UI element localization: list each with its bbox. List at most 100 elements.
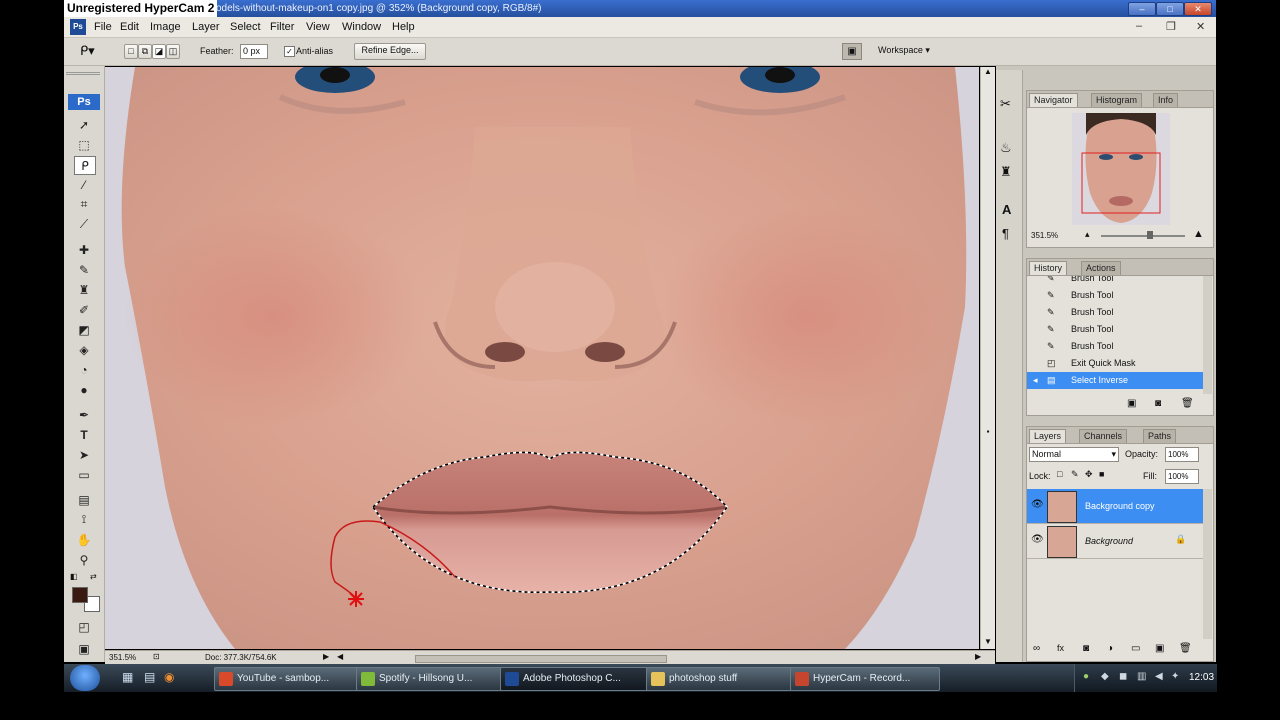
- start-button[interactable]: [70, 665, 100, 691]
- layer-name[interactable]: Background copy: [1085, 501, 1155, 511]
- menu-edit[interactable]: Edit: [120, 20, 139, 34]
- menu-layer[interactable]: Layer: [192, 20, 220, 34]
- maximize-button[interactable]: □: [1156, 2, 1184, 16]
- delete-state-icon[interactable]: 🗑: [1181, 398, 1194, 409]
- clone-source-icon[interactable]: ♜: [1000, 164, 1012, 180]
- zoom-out-icon[interactable]: ▴: [1085, 229, 1090, 240]
- clone-stamp-tool-icon[interactable]: ♜: [74, 281, 94, 298]
- scroll-thumb[interactable]: ▪: [983, 427, 993, 439]
- doc-restore-icon[interactable]: ❐: [1166, 20, 1176, 33]
- hscroll-right-icon[interactable]: ▶: [975, 652, 981, 661]
- taskbar-item-folder[interactable]: photoshop stuff: [646, 667, 796, 691]
- eyedropper-tool-icon[interactable]: ⟟: [74, 511, 94, 528]
- navigator-thumbnail[interactable]: [1072, 113, 1170, 225]
- paint-bucket-tool-icon[interactable]: ◈: [74, 341, 94, 358]
- taskbar-item-hypercam[interactable]: HyperCam - Record...: [790, 667, 940, 691]
- lock-position-icon[interactable]: ✥: [1085, 469, 1093, 480]
- slice-tool-icon[interactable]: ⟋: [74, 216, 94, 233]
- history-item[interactable]: ✎ Brush Tool: [1027, 304, 1203, 321]
- tab-histogram[interactable]: Histogram: [1091, 93, 1143, 107]
- marquee-tool-icon[interactable]: ⬚: [74, 136, 94, 153]
- healing-brush-tool-icon[interactable]: ✚: [74, 241, 94, 258]
- layer-mask-icon[interactable]: ◙: [1083, 643, 1089, 654]
- swap-colors-icon[interactable]: ⇄: [90, 572, 97, 581]
- lasso-tool-icon[interactable]: ᑭ: [74, 156, 96, 175]
- navigator-zoom-slider-knob[interactable]: [1147, 231, 1153, 239]
- zoom-in-icon[interactable]: ▲: [1193, 228, 1204, 240]
- horizontal-scrollbar-thumb[interactable]: [415, 655, 667, 663]
- menu-window[interactable]: Window: [342, 20, 381, 34]
- network-icon[interactable]: ▥: [1137, 671, 1146, 682]
- paragraph-icon[interactable]: ¶: [1002, 226, 1009, 241]
- scroll-up-icon[interactable]: ▲: [983, 67, 993, 79]
- path-selection-tool-icon[interactable]: ➤: [74, 446, 94, 463]
- new-layer-icon[interactable]: ▣: [1155, 643, 1164, 654]
- navigator-zoom-value[interactable]: 351.5%: [1031, 231, 1058, 240]
- quick-mask-icon[interactable]: ◰: [74, 618, 94, 635]
- character-icon[interactable]: A: [1002, 202, 1011, 217]
- tray-app-icon[interactable]: ◆: [1101, 671, 1109, 682]
- tab-actions[interactable]: Actions: [1081, 261, 1121, 275]
- toolbox-grip[interactable]: [66, 72, 100, 85]
- eraser-tool-icon[interactable]: ◩: [74, 321, 94, 338]
- document-canvas[interactable]: [105, 67, 979, 649]
- type-tool-icon[interactable]: T: [74, 426, 94, 443]
- history-item-selected[interactable]: ◂ ▤ Select Inverse: [1027, 372, 1203, 389]
- status-menu-arrow-icon[interactable]: ▶: [323, 652, 329, 661]
- menu-filter[interactable]: Filter: [270, 20, 294, 34]
- tray-app-icon[interactable]: ●: [1083, 671, 1089, 682]
- link-layers-icon[interactable]: ∞: [1033, 643, 1040, 654]
- tool-presets-icon[interactable]: ✂: [1000, 96, 1011, 112]
- adjustment-layer-icon[interactable]: ◑: [1107, 643, 1113, 654]
- layer-row[interactable]: 👁 Background 🔒: [1027, 524, 1203, 559]
- tab-history[interactable]: History: [1029, 261, 1068, 275]
- scroll-down-icon[interactable]: ▼: [983, 637, 993, 649]
- brush-tool-icon[interactable]: ✎: [74, 261, 94, 278]
- pen-tool-icon[interactable]: ✒: [74, 406, 94, 423]
- add-selection-icon[interactable]: ⧉: [138, 44, 152, 59]
- layer-style-icon[interactable]: fx: [1057, 643, 1064, 653]
- opacity-input[interactable]: 100%: [1165, 447, 1199, 462]
- lock-all-icon[interactable]: ■: [1099, 469, 1104, 479]
- status-zoom[interactable]: 351.5%: [109, 653, 136, 662]
- canvas-vertical-scrollbar[interactable]: ▲ ▪ ▼: [980, 67, 995, 649]
- history-brush-tool-icon[interactable]: ✐: [74, 301, 94, 318]
- history-item[interactable]: ✎ Brush Tool: [1027, 321, 1203, 338]
- dodge-tool-icon[interactable]: ●: [74, 381, 94, 398]
- tray-app-icon[interactable]: ◼: [1119, 671, 1127, 682]
- taskbar-item-photoshop[interactable]: Adobe Photoshop C...: [500, 667, 658, 691]
- menu-view[interactable]: View: [306, 20, 330, 34]
- workspace-menu[interactable]: Workspace ▾: [878, 45, 930, 56]
- layer-visibility-eye-icon[interactable]: 👁: [1031, 534, 1044, 545]
- antialias-checkbox[interactable]: ✓: [284, 46, 295, 57]
- history-item[interactable]: ✎ Brush Tool: [1027, 276, 1203, 287]
- tab-channels[interactable]: Channels: [1079, 429, 1128, 443]
- fill-input[interactable]: 100%: [1165, 469, 1199, 484]
- tab-info[interactable]: Info: [1153, 93, 1179, 107]
- photoshop-app-icon[interactable]: Ps: [70, 19, 86, 35]
- refine-edge-button[interactable]: Refine Edge...: [354, 43, 426, 60]
- volume-icon[interactable]: ◀: [1155, 671, 1163, 682]
- lock-transparency-icon[interactable]: □: [1057, 469, 1062, 479]
- delete-layer-icon[interactable]: 🗑: [1179, 643, 1192, 654]
- tab-navigator[interactable]: Navigator: [1029, 93, 1078, 107]
- clock[interactable]: 12:03: [1189, 672, 1214, 683]
- doc-minimize-icon[interactable]: –: [1136, 20, 1142, 32]
- zoom-tool-icon[interactable]: ⚲: [74, 551, 94, 568]
- tab-paths[interactable]: Paths: [1143, 429, 1177, 443]
- menu-help[interactable]: Help: [392, 20, 415, 34]
- doc-close-icon[interactable]: ✕: [1196, 20, 1205, 33]
- intersect-selection-icon[interactable]: ◫: [166, 44, 180, 59]
- history-item[interactable]: ✎ Brush Tool: [1027, 338, 1203, 355]
- new-document-from-state-icon[interactable]: ▣: [1127, 398, 1136, 409]
- history-item[interactable]: ✎ Brush Tool: [1027, 287, 1203, 304]
- default-colors-icon[interactable]: ◧: [70, 572, 78, 581]
- history-item[interactable]: ◰ Exit Quick Mask: [1027, 355, 1203, 372]
- layer-visibility-eye-icon[interactable]: 👁: [1031, 499, 1044, 510]
- blend-mode-select[interactable]: Normal ▾: [1029, 447, 1119, 462]
- new-group-icon[interactable]: ▭: [1131, 643, 1140, 654]
- subtract-selection-icon[interactable]: ◪: [152, 44, 166, 59]
- magic-wand-tool-icon[interactable]: ⁄: [74, 176, 94, 193]
- lasso-preset-icon[interactable]: ᑭ▾: [80, 43, 95, 59]
- rectangle-tool-icon[interactable]: ▭: [74, 466, 94, 483]
